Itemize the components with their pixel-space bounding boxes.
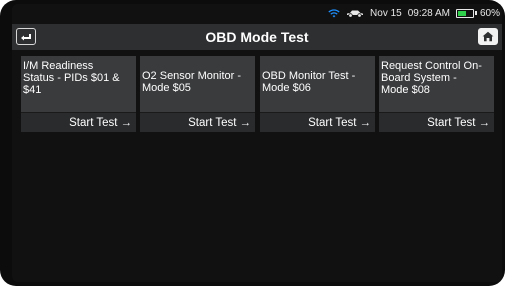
start-test-label: Start Test: [308, 116, 357, 129]
tile-im-readiness[interactable]: I/M Readiness Status - PIDs $01 & $41 St…: [21, 56, 136, 132]
status-date: Nov 15: [370, 7, 402, 19]
status-bar: Nov 15 09:28 AM 60%: [12, 4, 502, 22]
tile-obd-monitor-test[interactable]: OBD Monitor Test - Mode $06 Start Test →: [260, 56, 375, 132]
back-button[interactable]: [16, 28, 36, 45]
battery-icon: [455, 8, 477, 18]
start-test-label: Start Test: [188, 116, 237, 129]
tile-request-control-onboard[interactable]: Request Control On- Board System - Mode …: [379, 56, 494, 132]
page-title: OBD Mode Test: [205, 29, 309, 45]
tile-label: Request Control On- Board System - Mode …: [381, 60, 482, 96]
battery-fill: [457, 10, 467, 16]
start-test-button[interactable]: Start Test →: [260, 112, 375, 132]
start-test-label: Start Test: [427, 116, 476, 129]
battery-percent: 60%: [479, 7, 500, 19]
arrow-right-icon: →: [478, 116, 491, 129]
status-time: 09:28 AM: [407, 7, 450, 19]
arrow-right-icon: →: [359, 116, 372, 129]
home-icon: [482, 31, 494, 42]
back-arrow-icon: [21, 34, 31, 41]
home-button[interactable]: [478, 28, 498, 45]
arrow-right-icon: →: [239, 116, 252, 129]
start-test-button[interactable]: Start Test →: [140, 112, 255, 132]
tile-label: O2 Sensor Monitor - Mode $05: [142, 70, 242, 94]
test-tiles: I/M Readiness Status - PIDs $01 & $41 St…: [12, 56, 502, 134]
screen: Nov 15 09:28 AM 60% OBD Mode Test I/M Re…: [12, 4, 502, 282]
start-test-label: Start Test: [69, 116, 118, 129]
title-bar: OBD Mode Test: [12, 24, 502, 50]
tile-label: I/M Readiness Status - PIDs $01 & $41: [23, 60, 120, 96]
device-frame: Nov 15 09:28 AM 60% OBD Mode Test I/M Re…: [0, 0, 505, 286]
car-icon: [346, 9, 364, 18]
arrow-right-icon: →: [120, 116, 133, 129]
start-test-button[interactable]: Start Test →: [379, 112, 494, 132]
wifi-icon: [328, 8, 340, 18]
tile-label: OBD Monitor Test - Mode $06: [262, 70, 356, 94]
tile-o2-sensor-monitor[interactable]: O2 Sensor Monitor - Mode $05 Start Test …: [140, 56, 255, 132]
start-test-button[interactable]: Start Test →: [21, 112, 136, 132]
